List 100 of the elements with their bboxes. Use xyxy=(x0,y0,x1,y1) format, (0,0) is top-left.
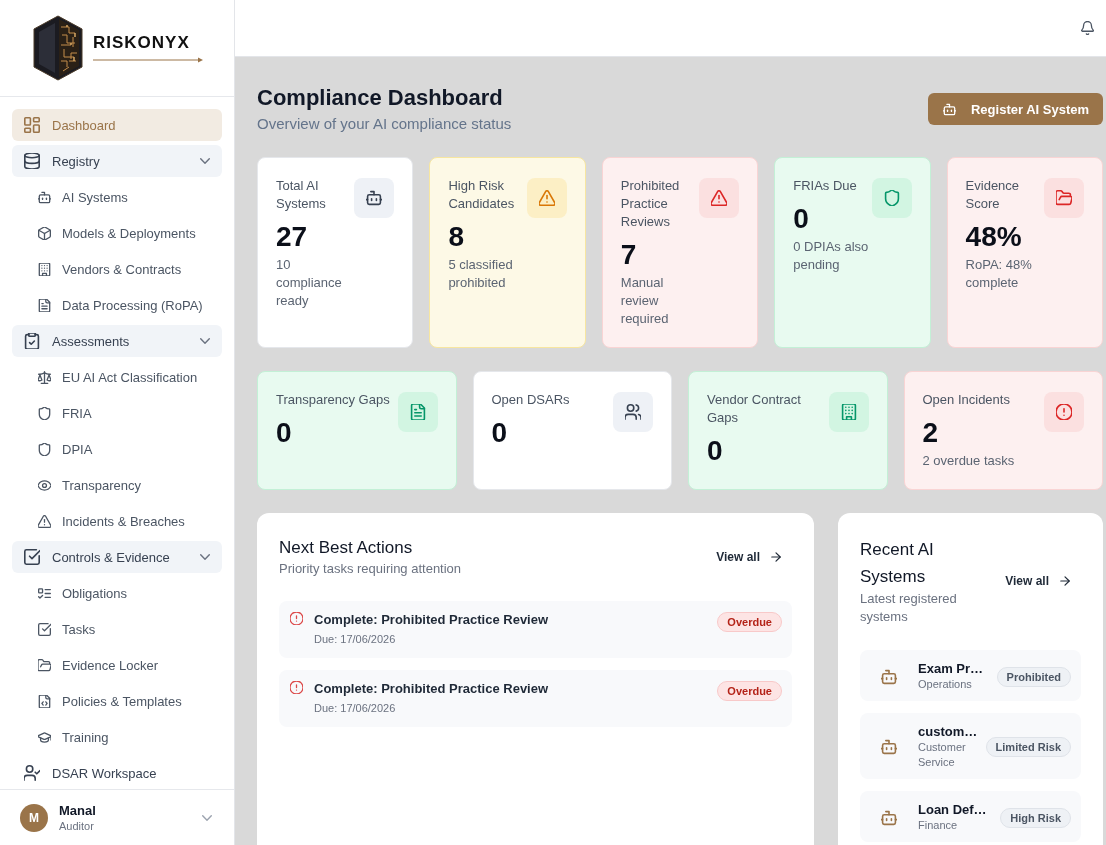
shield-icon xyxy=(871,178,912,218)
nav-subitem[interactable]: Incidents & Breaches xyxy=(12,505,222,537)
stat-note: 10 compliance ready xyxy=(276,256,343,310)
stat-note: 0 DPIAs also pending xyxy=(793,238,870,274)
nav-subitem[interactable]: Evidence Locker xyxy=(12,649,222,681)
warning-icon xyxy=(38,514,51,528)
code-file-icon xyxy=(38,694,51,708)
register-button[interactable]: Register AI System xyxy=(928,93,1103,125)
panel-subtitle: Priority tasks requiring attention xyxy=(279,560,463,578)
notifications-button[interactable] xyxy=(1081,21,1094,35)
system-department: Customer Service xyxy=(918,740,967,770)
stat-label: High Risk Candidates xyxy=(448,177,516,213)
graduation-cap-icon xyxy=(38,730,51,744)
bell-icon xyxy=(1081,21,1094,35)
nav-subitem[interactable]: Transparency xyxy=(12,469,222,501)
alert-icon xyxy=(290,681,303,694)
document-icon xyxy=(38,298,51,312)
panel-title: Recent AI Systems xyxy=(860,539,935,588)
folder-icon xyxy=(1044,178,1084,218)
database-icon xyxy=(24,153,40,169)
robot-icon xyxy=(881,809,897,826)
nav-subitem[interactable]: Policies & Templates xyxy=(12,685,222,717)
user-avatar: M xyxy=(20,803,48,832)
stat-value: 7 xyxy=(620,239,638,271)
nav-subitem[interactable]: Vendors & Contracts xyxy=(12,253,222,285)
stat-value: 0 xyxy=(793,203,810,235)
nav-subitem[interactable]: Obligations xyxy=(12,577,222,609)
page-subtitle: Overview of your AI compliance status xyxy=(257,114,512,134)
users-icon xyxy=(613,392,653,432)
hexagon-logo-icon xyxy=(33,15,83,81)
stat-value: 2 xyxy=(922,417,940,449)
chevron-down-icon xyxy=(200,338,210,344)
stat-label: Evidence Score xyxy=(965,177,1021,213)
stat-label: Vendor Contract Gaps xyxy=(707,391,802,427)
nav-group-header[interactable]: Registry xyxy=(12,145,222,177)
brand-name: RISKONYX xyxy=(93,33,191,53)
panel-subtitle: Latest registered systems xyxy=(860,590,958,626)
document-icon xyxy=(397,392,438,432)
checkbox-icon xyxy=(38,622,51,636)
user-name: Manal xyxy=(59,802,96,819)
stat-value: 48% xyxy=(965,221,1023,253)
overdue-badge: Overdue xyxy=(717,612,782,632)
page-title: Compliance Dashboard xyxy=(257,84,504,112)
system-item[interactable]: Exam Pr… Operations Prohibited xyxy=(860,650,1081,701)
grid-icon xyxy=(24,117,40,133)
system-item[interactable]: custom… Customer Service Limited Risk xyxy=(860,713,1081,779)
clipboard-check-icon xyxy=(24,333,40,349)
folder-icon xyxy=(38,658,51,672)
shield-icon xyxy=(38,442,51,456)
stat-label: FRIAs Due xyxy=(793,177,858,195)
shield-icon xyxy=(38,406,51,420)
stat-label: Open DSARs xyxy=(491,391,571,409)
stat-label: Transparency Gaps xyxy=(276,391,391,409)
chevron-down-icon xyxy=(200,554,210,560)
nav-subitem[interactable]: Tasks xyxy=(12,613,222,645)
action-title: Complete: Prohibited Practice Review xyxy=(314,611,550,629)
cube-icon xyxy=(38,226,51,240)
nav-group-header[interactable]: Controls & Evidence xyxy=(12,541,222,573)
arrow-right-icon xyxy=(1059,575,1071,587)
warning-icon xyxy=(699,178,740,218)
stat-label: Total AI Systems xyxy=(276,177,327,213)
warning-icon xyxy=(526,178,567,218)
arrow-icon xyxy=(93,57,203,63)
user-check-icon xyxy=(24,765,40,781)
action-item[interactable]: Complete: Prohibited Practice Review Due: 17/06/2026 Overdue xyxy=(279,670,792,727)
checkbox-icon xyxy=(24,549,40,565)
nav-subitem[interactable]: Models & Deployments xyxy=(12,217,222,249)
robot-icon xyxy=(943,102,956,116)
stat-label: Prohibited Practice Reviews xyxy=(620,177,681,231)
robot-icon xyxy=(881,739,897,755)
system-department: Operations xyxy=(918,677,973,692)
stat-value: 8 xyxy=(448,221,465,253)
nav-subitem[interactable]: DPIA xyxy=(12,433,222,465)
overdue-badge: Overdue xyxy=(717,681,782,701)
view-all-link[interactable]: View all xyxy=(706,544,792,570)
arrow-right-icon xyxy=(770,551,782,563)
risk-badge: Prohibited xyxy=(996,666,1071,687)
nav-subitem[interactable]: AI Systems xyxy=(12,181,222,213)
stat-value: 0 xyxy=(707,435,724,467)
risk-badge: Limited Risk xyxy=(985,737,1071,757)
nav-item[interactable]: Dashboard xyxy=(12,109,222,141)
nav-subitem[interactable]: FRIA xyxy=(12,397,222,429)
action-item[interactable]: Complete: Prohibited Practice Review Due: 17/06/2026 Overdue xyxy=(279,601,792,658)
user-role: Auditor xyxy=(59,819,95,833)
robot-icon xyxy=(881,668,897,685)
building-icon xyxy=(828,392,869,432)
nav-group-header[interactable]: Assessments xyxy=(12,325,222,357)
action-due: Due: 17/06/2026 xyxy=(314,701,397,716)
stat-note: 2 overdue tasks xyxy=(922,452,1016,470)
stat-value: 0 xyxy=(276,417,293,449)
system-item[interactable]: Loan Def… Finance High Risk xyxy=(860,791,1081,842)
chevron-down-icon xyxy=(200,158,210,164)
stat-note: Manual review required xyxy=(620,274,670,328)
nav-item[interactable]: DSAR Workspace xyxy=(12,757,222,789)
view-all-link[interactable]: View all xyxy=(995,568,1081,594)
nav-subitem[interactable]: Training xyxy=(12,721,222,753)
risk-badge: High Risk xyxy=(1000,807,1071,828)
stat-note: RoPA: 48% complete xyxy=(965,256,1033,292)
nav-subitem[interactable]: Data Processing (RoPA) xyxy=(12,289,222,321)
nav-subitem[interactable]: EU AI Act Classification xyxy=(12,361,222,393)
